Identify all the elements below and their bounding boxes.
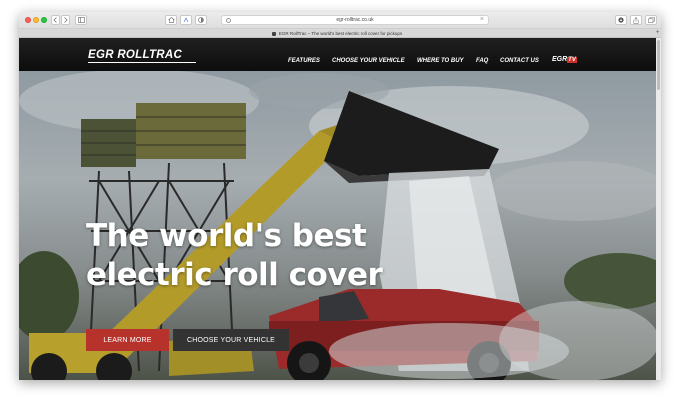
sidebar-icon bbox=[77, 17, 85, 23]
tab-title: EGR RollTrac – The world's best electric… bbox=[278, 31, 403, 36]
fullscreen-window-button[interactable] bbox=[41, 17, 47, 23]
site-header: EGR ROLLTRAC FEATURES CHOOSE YOUR VEHICL… bbox=[19, 38, 656, 71]
hero-title: The world's best electric roll cover bbox=[86, 217, 383, 295]
favicon-icon bbox=[271, 31, 276, 36]
logo-underline bbox=[88, 62, 196, 63]
nav-features[interactable]: FEATURES bbox=[288, 58, 320, 64]
minimize-window-button[interactable] bbox=[33, 17, 39, 23]
active-tab[interactable]: EGR RollTrac – The world's best electric… bbox=[19, 29, 655, 38]
tabs-icon bbox=[647, 17, 655, 23]
home-button[interactable] bbox=[165, 15, 177, 25]
back-button[interactable] bbox=[51, 15, 60, 25]
sidebar-button[interactable] bbox=[75, 15, 87, 25]
nav-choose-vehicle[interactable]: CHOOSE YOUR VEHICLE bbox=[332, 58, 405, 64]
hero-title-line2: electric roll cover bbox=[86, 257, 383, 293]
nav-faq[interactable]: FAQ bbox=[476, 58, 488, 64]
new-tab-button[interactable]: + bbox=[654, 29, 661, 37]
reader-button[interactable] bbox=[180, 15, 192, 25]
learn-more-button[interactable]: LEARN MORE bbox=[86, 329, 169, 351]
address-text: egr-rolltrac.co.uk bbox=[336, 17, 374, 23]
close-window-button[interactable] bbox=[25, 17, 31, 23]
site-logo[interactable]: EGR ROLLTRAC bbox=[88, 49, 196, 63]
privacy-button[interactable] bbox=[195, 15, 207, 25]
forward-button[interactable] bbox=[61, 15, 70, 25]
home-icon bbox=[167, 17, 175, 23]
choose-vehicle-button[interactable]: CHOOSE YOUR VEHICLE bbox=[173, 329, 289, 351]
share-icon bbox=[633, 16, 639, 24]
nav-contact-us[interactable]: CONTACT US bbox=[500, 58, 539, 64]
address-bar[interactable]: egr-rolltrac.co.uk × bbox=[221, 15, 489, 25]
scrollbar-thumb[interactable] bbox=[657, 40, 660, 90]
chevron-left-icon bbox=[53, 17, 57, 23]
nav-where-to-buy[interactable]: WHERE TO BUY bbox=[417, 58, 464, 64]
hero-title-line1: The world's best bbox=[86, 218, 367, 254]
nav-egr-tv[interactable]: EGRTV bbox=[552, 56, 577, 63]
downloads-button[interactable] bbox=[615, 15, 627, 25]
browser-window: egr-rolltrac.co.uk × EGR RollTrac – The … bbox=[19, 12, 661, 380]
chevron-right-icon bbox=[64, 17, 68, 23]
download-icon bbox=[618, 17, 624, 23]
tv-prefix: EGR bbox=[552, 56, 568, 63]
site-info-icon bbox=[226, 18, 231, 23]
logo-text: EGR ROLLTRAC bbox=[88, 49, 183, 61]
text-size-icon bbox=[183, 17, 188, 23]
browser-toolbar: egr-rolltrac.co.uk × bbox=[19, 12, 661, 29]
tab-bar: EGR RollTrac – The world's best electric… bbox=[19, 29, 661, 38]
half-circle-icon bbox=[198, 17, 204, 23]
tv-suffix: TV bbox=[567, 57, 577, 63]
clear-address-icon[interactable]: × bbox=[480, 16, 484, 23]
share-button[interactable] bbox=[630, 15, 642, 25]
tab-overview-button[interactable] bbox=[645, 15, 657, 25]
